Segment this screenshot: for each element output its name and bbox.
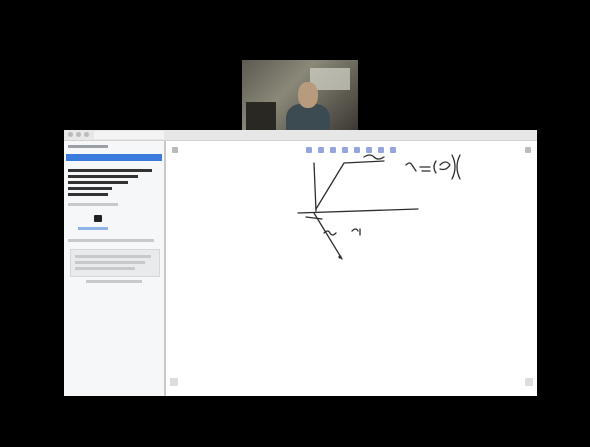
zoom-icon[interactable] <box>170 378 178 386</box>
sketch-vertical-axis <box>313 162 317 212</box>
sketch-label <box>363 154 385 160</box>
window-maximize-icon[interactable] <box>84 132 89 137</box>
panel-header[interactable] <box>66 154 162 161</box>
screen-share-stage <box>0 0 590 447</box>
window-minimize-icon[interactable] <box>76 132 81 137</box>
handwritten-sketch <box>297 154 461 260</box>
sketch-equation <box>451 154 461 180</box>
sketch-diagonal-axis <box>313 212 343 260</box>
window-controls <box>68 132 89 137</box>
panel-heading-line <box>68 193 108 196</box>
webcam-thumbnail[interactable] <box>242 60 358 130</box>
drawing-canvas[interactable] <box>166 141 537 396</box>
panel-text-line <box>68 239 154 242</box>
panel-footer-line <box>86 280 142 283</box>
panel-box-line <box>75 267 135 270</box>
sketch-vector <box>315 160 385 210</box>
window-close-icon[interactable] <box>68 132 73 137</box>
sketch-equation <box>405 162 431 172</box>
sketch-label <box>351 228 361 236</box>
panel-heading-line <box>68 169 152 172</box>
sketch-equation <box>433 160 451 174</box>
panel-heading-line <box>68 175 138 178</box>
panel-content-box <box>70 249 160 277</box>
background-object <box>246 102 276 130</box>
side-panel <box>64 141 166 396</box>
panel-heading-line <box>68 187 112 190</box>
browser-tab[interactable] <box>94 131 164 139</box>
panel-icon[interactable] <box>94 215 102 222</box>
sketch-point <box>338 255 342 259</box>
window-titlebar <box>64 130 537 141</box>
panel-link[interactable] <box>78 227 108 230</box>
panel-box-line <box>75 261 145 264</box>
panel-heading-line <box>68 181 128 184</box>
presenter-face <box>298 82 318 108</box>
sketch-tick <box>305 216 323 220</box>
panel-text-line <box>68 203 118 206</box>
panel-box-line <box>75 255 151 258</box>
panel-top-text <box>68 145 108 148</box>
help-icon[interactable] <box>525 378 533 386</box>
shared-window <box>64 130 537 396</box>
